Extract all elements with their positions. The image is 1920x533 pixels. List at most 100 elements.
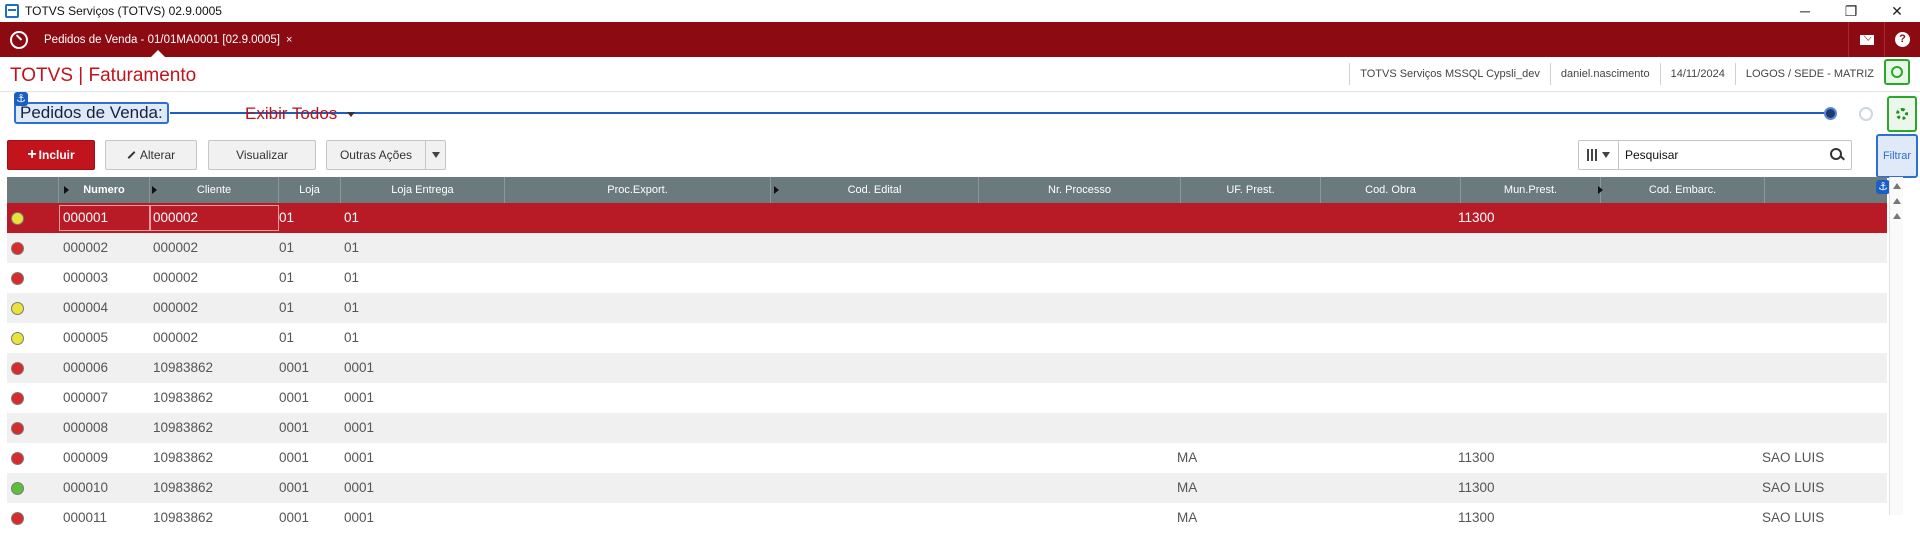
target-icon[interactable] — [1884, 59, 1910, 85]
col-cliente[interactable]: Cliente — [150, 177, 279, 203]
table-row[interactable]: 000001 000002 01 01 11300 — [7, 203, 1887, 233]
cell-cod-obra: 11300 — [1458, 210, 1495, 225]
cell-loja-entrega: 01 — [344, 330, 360, 345]
other-actions-label: Outras Ações — [339, 148, 413, 162]
user-label[interactable]: daniel.nascimento — [1549, 63, 1660, 85]
cell-numero: 000003 — [63, 270, 109, 285]
display-filter-dropdown[interactable]: Exibir Todos — [245, 104, 356, 124]
scroll-up-button[interactable] — [1891, 210, 1903, 222]
table-row[interactable]: 000002 000002 01 01 — [7, 233, 1887, 263]
alter-button[interactable]: Alterar — [105, 140, 197, 170]
status-red-icon — [11, 272, 24, 285]
view-title: Pedidos de Venda: — [14, 102, 169, 124]
minimize-button[interactable]: ─ — [1782, 0, 1828, 22]
cell-loja: 01 — [279, 270, 295, 285]
column-expand-icon[interactable] — [152, 186, 157, 194]
cell-cliente: 000002 — [153, 210, 199, 225]
status-red-icon — [11, 242, 24, 255]
cell-loja-entrega: 0001 — [344, 510, 375, 525]
cell-uf: MA — [1177, 510, 1198, 525]
column-expand-icon[interactable] — [1598, 186, 1603, 194]
plus-icon: + — [27, 146, 37, 163]
cell-loja-entrega: 0001 — [344, 360, 375, 375]
include-button[interactable]: + Incluir — [7, 140, 95, 170]
scroll-top-button[interactable] — [1891, 180, 1903, 192]
cell-cliente: 10983862 — [153, 360, 214, 375]
restore-button[interactable]: ❐ — [1828, 0, 1874, 22]
columns-selector[interactable] — [1579, 141, 1619, 169]
search-icon[interactable] — [1823, 142, 1851, 168]
slider-handle[interactable] — [1824, 107, 1837, 120]
other-actions-button[interactable]: Outras Ações — [326, 140, 446, 170]
environment-label[interactable]: TOTVS Serviços MSSQL Cypsli_dev — [1349, 63, 1550, 85]
branch-label[interactable]: LOGOS / SEDE - MATRIZ — [1734, 63, 1884, 85]
cell-loja: 0001 — [279, 420, 310, 435]
scroll-up-icon — [1892, 183, 1901, 189]
home-button[interactable] — [0, 22, 38, 57]
table-row[interactable]: 000008 10983862 0001 0001 — [7, 413, 1887, 443]
view-button[interactable]: Visualizar — [208, 140, 316, 170]
cell-loja: 01 — [279, 240, 295, 255]
search-input[interactable] — [1619, 142, 1823, 168]
header-info-bar: TOTVS | Faturamento TOTVS Serviços MSSQL… — [0, 57, 1920, 92]
cell-loja-entrega: 0001 — [344, 390, 375, 405]
vertical-scrollbar[interactable] — [1889, 177, 1903, 515]
settings-button[interactable] — [1887, 96, 1917, 132]
cell-mun: SAO LUIS — [1762, 450, 1825, 465]
cell-mun: SAO LUIS — [1762, 510, 1825, 525]
col-mun-prest[interactable]: Mun.Prest. — [1461, 177, 1601, 203]
scroll-page-up-button[interactable] — [1891, 195, 1903, 207]
column-expand-icon[interactable] — [64, 186, 69, 194]
cell-cliente: 10983862 — [153, 390, 214, 405]
col-proc-export[interactable]: Proc.Export. — [505, 177, 771, 203]
cell-mun: SAO LUIS — [1762, 480, 1825, 495]
pencil-icon — [127, 151, 136, 159]
scroll-step-up-icon — [1892, 213, 1901, 219]
filter-button[interactable]: Filtrar — [1876, 134, 1918, 178]
display-filter-label: Exibir Todos — [245, 104, 338, 123]
table-row[interactable]: 000010 10983862 0001 0001 MA 11300 SAO LUIS — [7, 473, 1887, 503]
table-row[interactable]: 000011 10983862 0001 0001 MA 11300 SAO LUIS — [7, 503, 1887, 533]
other-actions-dropdown[interactable] — [425, 141, 445, 169]
col-numero[interactable]: Numero — [59, 177, 150, 203]
tab-pedidos-de-venda[interactable]: Pedidos de Venda - 01/01MA0001 [02.9.000… — [38, 22, 292, 57]
help-button[interactable]: ? — [1884, 22, 1920, 57]
table-row[interactable]: 000005 000002 01 01 — [7, 323, 1887, 353]
table-row[interactable]: 000009 10983862 0001 0001 MA 11300 SAO LUIS — [7, 443, 1887, 473]
column-expand-icon[interactable] — [774, 186, 779, 194]
cell-loja: 0001 — [279, 510, 310, 525]
cell-numero: 000006 — [63, 360, 109, 375]
active-tab-caret — [151, 50, 165, 57]
grid-body: 000001 000002 01 01 11300 000002 000002 01 01 000… — [7, 203, 1887, 533]
col-cod-obra[interactable]: Cod. Obra — [1321, 177, 1461, 203]
col-nr-processo[interactable]: Nr. Processo — [979, 177, 1181, 203]
cell-loja-entrega: 01 — [344, 210, 360, 225]
col-status — [7, 177, 59, 203]
cell-cliente: 000002 — [153, 300, 199, 315]
cell-numero: 000010 — [63, 480, 109, 495]
close-window-button[interactable]: ✕ — [1874, 0, 1920, 22]
table-row[interactable]: 000007 10983862 0001 0001 — [7, 383, 1887, 413]
date-label[interactable]: 14/11/2024 — [1659, 63, 1735, 85]
cell-uf: MA — [1177, 450, 1198, 465]
col-loja-entrega[interactable]: Loja Entrega — [341, 177, 505, 203]
col-loja[interactable]: Loja — [279, 177, 341, 203]
messages-button[interactable] — [1848, 22, 1884, 57]
table-row[interactable]: 000004 000002 01 01 — [7, 293, 1887, 323]
col-cod-embarc[interactable]: Cod. Embarc. — [1601, 177, 1765, 203]
table-row[interactable]: 000003 000002 01 01 — [7, 263, 1887, 293]
cell-numero: 000002 — [63, 240, 109, 255]
window-titlebar: TOTVS Serviços (TOTVS) 02.9.0005 ─ ❐ ✕ — [0, 0, 1920, 22]
col-cod-edital[interactable]: Cod. Edital — [771, 177, 979, 203]
cell-cliente: 10983862 — [153, 510, 214, 525]
table-row[interactable]: 000006 10983862 0001 0001 — [7, 353, 1887, 383]
cell-loja: 0001 — [279, 390, 310, 405]
cell-loja: 0001 — [279, 450, 310, 465]
anchor-icon: ⚓ — [14, 92, 28, 106]
col-uf-prest[interactable]: UF. Prest. — [1181, 177, 1321, 203]
status-yellow-icon — [11, 212, 24, 225]
cell-numero: 000004 — [63, 300, 109, 315]
target-dot — [1891, 66, 1903, 78]
gear-icon — [1896, 108, 1908, 120]
tab-close-icon[interactable]: × — [286, 34, 292, 46]
